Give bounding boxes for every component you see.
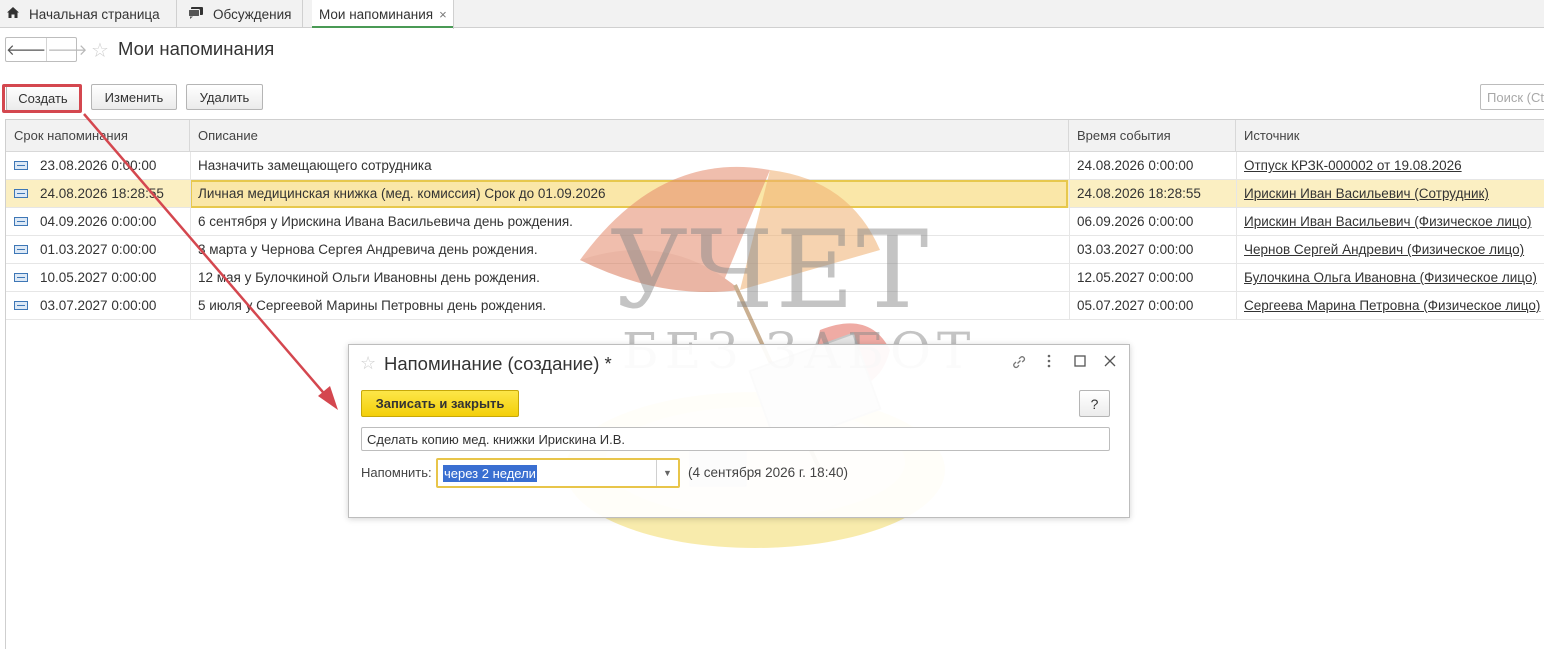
- due-cell: 23.08.2026 0:00:00: [40, 158, 157, 173]
- favorite-star-icon[interactable]: ☆: [91, 38, 109, 63]
- reminder-icon: [14, 161, 28, 170]
- source-link[interactable]: Чернов Сергей Андревич (Физическое лицо): [1236, 236, 1544, 264]
- search-input[interactable]: Поиск (Ct: [1480, 84, 1544, 110]
- reminder-icon: [14, 245, 28, 254]
- source-link[interactable]: Сергеева Марина Петровна (Физическое лиц…: [1236, 292, 1544, 320]
- tab-label: Мои напоминания: [319, 7, 434, 22]
- tab-discussions[interactable]: Обсуждения: [177, 0, 303, 28]
- page-title: Мои напоминания: [118, 38, 275, 59]
- due-cell: 03.07.2027 0:00:00: [40, 298, 157, 313]
- back-arrow-icon[interactable]: 🡐: [6, 38, 46, 61]
- tab-home[interactable]: Начальная страница: [0, 0, 177, 28]
- column-divider: [1236, 152, 1237, 320]
- dialog-title: Напоминание (создание) *: [384, 353, 612, 374]
- reminder-icon: [14, 189, 28, 198]
- reminder-icon: [14, 273, 28, 282]
- more-vertical-icon[interactable]: [1046, 354, 1052, 372]
- source-link[interactable]: Булочкина Ольга Ивановна (Физическое лиц…: [1236, 264, 1544, 292]
- due-cell: 10.05.2027 0:00:00: [40, 270, 157, 285]
- home-icon: [6, 6, 20, 22]
- favorite-star-icon[interactable]: ☆: [360, 353, 376, 374]
- edit-button[interactable]: Изменить: [91, 84, 177, 110]
- reminder-icon: [14, 301, 28, 310]
- event-time-cell: 12.05.2027 0:00:00: [1077, 270, 1194, 285]
- link-icon[interactable]: [1011, 354, 1027, 374]
- maximize-icon[interactable]: [1074, 354, 1086, 371]
- save-and-close-button[interactable]: Записать и закрыть: [361, 390, 519, 417]
- reminder-icon: [14, 217, 28, 226]
- due-cell: 04.09.2026 0:00:00: [40, 214, 157, 229]
- watermark-text-line1: УЧЕТ: [610, 208, 931, 333]
- column-header-source[interactable]: Источник: [1236, 120, 1544, 152]
- reminder-dialog: ☆ Напоминание (создание) * Записать и за…: [348, 344, 1130, 518]
- source-link[interactable]: Отпуск КРЗК-000002 от 19.08.2026: [1236, 152, 1544, 180]
- source-link[interactable]: Ирискин Иван Васильевич (Физическое лицо…: [1236, 208, 1544, 236]
- event-time-cell: 03.03.2027 0:00:00: [1077, 242, 1194, 257]
- annotation-highlight-box: [2, 84, 82, 113]
- remind-date-text: (4 сентября 2026 г. 18:40): [688, 465, 848, 480]
- forward-arrow-icon[interactable]: 🡒: [46, 38, 87, 61]
- navigation-buttons: 🡐 🡒: [5, 37, 87, 62]
- due-cell: 24.08.2026 18:28:55: [40, 186, 164, 201]
- delete-button[interactable]: Удалить: [186, 84, 263, 110]
- remind-select-value: через 2 недели: [443, 465, 537, 482]
- event-time-cell: 05.07.2027 0:00:00: [1077, 298, 1194, 313]
- tab-label: Начальная страница: [29, 6, 160, 22]
- tab-label: Обсуждения: [213, 6, 292, 22]
- chevron-down-icon[interactable]: ▼: [656, 460, 678, 486]
- event-time-cell: 06.09.2026 0:00:00: [1077, 214, 1194, 229]
- column-header-event-time[interactable]: Время события: [1069, 120, 1236, 152]
- tab-bar: Начальная страница Обсуждения Мои напоми…: [0, 0, 1544, 29]
- discussions-icon: [188, 6, 204, 23]
- remind-label: Напомнить:: [361, 465, 432, 480]
- event-time-cell: 24.08.2026 18:28:55: [1077, 186, 1201, 201]
- due-cell: 01.03.2027 0:00:00: [40, 242, 157, 257]
- help-button[interactable]: ?: [1079, 390, 1110, 417]
- source-link[interactable]: Ирискин Иван Васильевич (Сотрудник): [1236, 180, 1544, 208]
- remind-select[interactable]: через 2 недели ▼: [436, 458, 680, 488]
- close-icon[interactable]: [1104, 354, 1116, 371]
- close-icon[interactable]: ×: [439, 7, 447, 22]
- column-divider: [1069, 152, 1070, 320]
- column-divider: [190, 152, 191, 320]
- column-header-due[interactable]: Срок напоминания: [6, 120, 190, 152]
- event-time-cell: 24.08.2026 0:00:00: [1077, 158, 1194, 173]
- tab-my-reminders[interactable]: Мои напоминания ×: [312, 0, 454, 29]
- description-field[interactable]: Сделать копию мед. книжки Ирискина И.В.: [361, 427, 1110, 451]
